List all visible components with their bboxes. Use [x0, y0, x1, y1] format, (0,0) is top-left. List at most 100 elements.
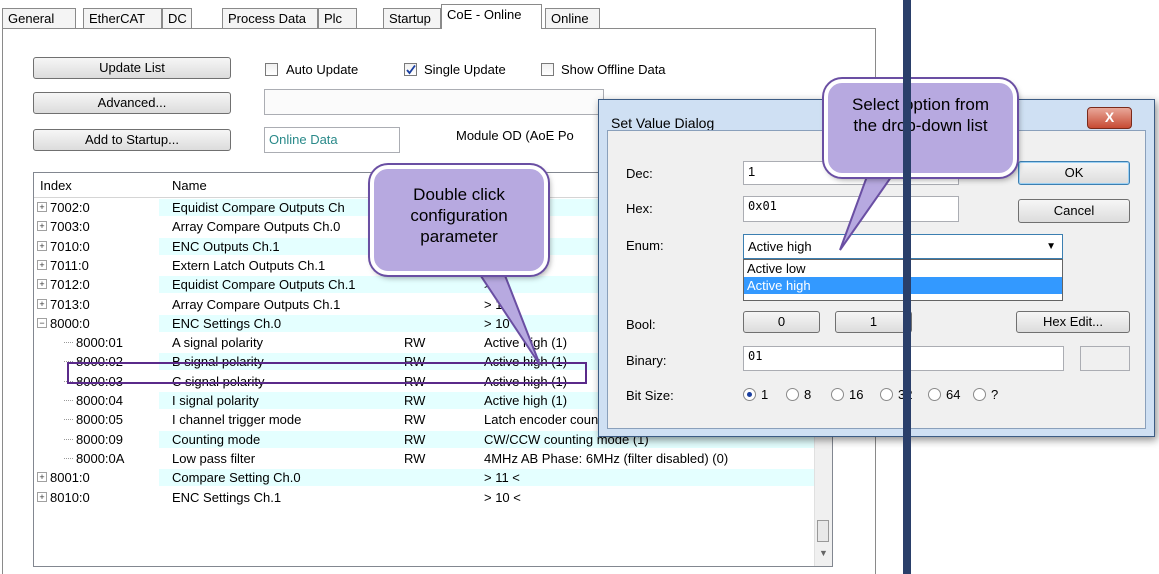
cancel-button[interactable]: Cancel	[1018, 199, 1130, 223]
auto-update-label: Auto Update	[286, 62, 359, 77]
tree-connector	[64, 419, 73, 421]
row-index: 8010:0	[50, 489, 90, 505]
bool-0-button[interactable]: 0	[743, 311, 820, 333]
bitsize-1-label: 1	[761, 387, 769, 402]
bitsize-16-radio[interactable]	[831, 388, 844, 401]
online-data-field: Online Data	[264, 127, 400, 153]
chevron-down-icon[interactable]: ▼	[1046, 237, 1056, 256]
add-to-startup-button[interactable]: Add to Startup...	[33, 129, 231, 151]
bitsize-any-label: ?	[991, 387, 999, 402]
bool-label: Bool:	[626, 317, 656, 332]
row-flags: RW	[404, 393, 426, 408]
row-name: A signal polarity	[172, 335, 264, 351]
bitsize-any-radio[interactable]	[973, 388, 986, 401]
row-value: > 11 <	[484, 470, 520, 486]
dec-label: Dec:	[626, 166, 653, 181]
row-name: I channel trigger mode	[172, 412, 302, 428]
bitsize-32-radio[interactable]	[880, 388, 893, 401]
row-name: Counting mode	[172, 431, 261, 447]
collapse-icon[interactable]: −	[37, 317, 47, 328]
tab-process-data[interactable]: Process Data	[222, 8, 318, 28]
row-name: Equidist Compare Outputs Ch	[172, 200, 345, 215]
row-flags: RW	[404, 335, 426, 351]
row-index: 7013:0	[50, 296, 90, 312]
row-value: Active high (1)	[484, 393, 568, 408]
tab-coe-online[interactable]: CoE - Online	[441, 4, 542, 29]
close-icon[interactable]: X	[1087, 107, 1132, 129]
bitsize-64-label: 64	[946, 387, 961, 402]
update-list-button[interactable]: Update List	[33, 57, 231, 79]
tab-ethercat[interactable]: EtherCAT	[83, 8, 162, 28]
expand-icon[interactable]: +	[37, 202, 47, 212]
row-index: 7011:0	[50, 257, 89, 273]
single-update-label: Single Update	[424, 62, 506, 77]
tab-online[interactable]: Online	[545, 8, 600, 28]
bitsize-16-label: 16	[849, 387, 864, 402]
header-name[interactable]: Name	[172, 177, 207, 194]
row-index: 7002:0	[50, 200, 90, 215]
row-index: 7010:0	[50, 238, 90, 254]
row-index: 8000:0	[50, 315, 90, 331]
hex-edit-button[interactable]: Hex Edit...	[1016, 311, 1130, 333]
scroll-down-icon[interactable]: ▼	[819, 548, 828, 558]
bitsize-64-radio[interactable]	[928, 388, 941, 401]
row-index: 8000:01	[76, 335, 123, 351]
row-index: 8000:04	[76, 393, 123, 408]
table-row[interactable]: 8000:0A Low pass filter RW 4MHz AB Phase: 6…	[34, 449, 821, 468]
expand-icon[interactable]: +	[37, 221, 47, 232]
advanced-button[interactable]: Advanced...	[33, 92, 231, 114]
bitsize-8-label: 8	[804, 387, 812, 402]
expand-icon[interactable]: +	[37, 298, 47, 309]
expand-icon[interactable]: +	[37, 472, 47, 483]
window-edge	[903, 0, 911, 574]
tab-general[interactable]: General	[2, 8, 76, 28]
row-name: Extern Latch Outputs Ch.1	[172, 257, 326, 273]
row-index: 7003:0	[50, 219, 90, 235]
tab-plc[interactable]: Plc	[318, 8, 357, 28]
row-index: 7012:0	[50, 277, 90, 293]
row-name: ENC Settings Ch.0	[172, 315, 282, 331]
select-option-callout-text: Select option from the drop-down list	[851, 95, 989, 135]
tree-connector	[64, 438, 73, 440]
expand-icon[interactable]: +	[37, 259, 47, 270]
row-flags: RW	[404, 450, 426, 466]
tree-connector	[64, 400, 73, 401]
tab-dc[interactable]: DC	[162, 8, 192, 28]
row-name: Equidist Compare Outputs Ch.1	[172, 277, 356, 293]
bitsize-1-radio[interactable]	[743, 388, 756, 401]
row-name: Array Compare Outputs Ch.0	[172, 219, 341, 235]
bool-1-button[interactable]: 1	[835, 311, 912, 333]
expand-icon[interactable]: +	[37, 491, 47, 502]
hex-label: Hex:	[626, 201, 653, 216]
expand-icon[interactable]: +	[37, 279, 47, 290]
binary-label: Binary:	[626, 353, 667, 368]
double-click-callout-text: Double click configuration parameter	[410, 185, 508, 246]
dialog-title: Set Value Dialog	[611, 115, 715, 131]
single-update-checkbox[interactable]	[404, 63, 417, 76]
scrollbar-thumb[interactable]	[817, 520, 829, 542]
row-index: 8000:0A	[76, 450, 125, 466]
info-field	[264, 89, 604, 115]
double-click-callout: Double click configuration parameter	[370, 165, 548, 275]
row-index: 8000:05	[76, 412, 123, 428]
table-row[interactable]: +8010:0 ENC Settings Ch.1 > 10 <	[34, 488, 821, 507]
tab-startup[interactable]: Startup	[383, 8, 441, 28]
row-flags: RW	[404, 431, 426, 447]
bit-size-label: Bit Size:	[626, 388, 674, 403]
bitsize-8-radio[interactable]	[786, 388, 799, 401]
table-row[interactable]: +8001:0 Compare Setting Ch.0 > 11 <	[34, 468, 821, 487]
header-index[interactable]: Index	[40, 177, 72, 194]
select-option-callout: Select option from the drop-down list	[824, 79, 1017, 177]
auto-update-checkbox[interactable]	[265, 63, 278, 76]
row-value: > 10 <	[484, 489, 521, 505]
row-name: ENC Outputs Ch.1	[172, 238, 280, 254]
enum-selected-value: Active high	[748, 239, 812, 254]
row-name: Compare Setting Ch.0	[172, 470, 301, 486]
row-index: 8000:09	[76, 431, 123, 447]
show-offline-label: Show Offline Data	[561, 62, 666, 77]
module-od-label: Module OD (AoE Po	[456, 128, 574, 143]
show-offline-checkbox[interactable]	[541, 63, 554, 76]
tree-connector	[64, 342, 73, 344]
expand-icon[interactable]: +	[37, 240, 47, 251]
ok-button[interactable]: OK	[1018, 161, 1130, 185]
